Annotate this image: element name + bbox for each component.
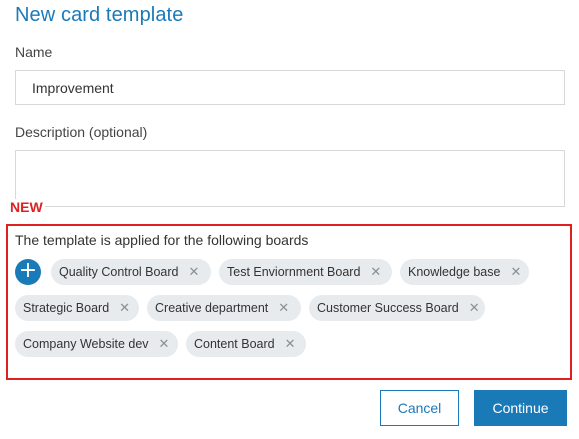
description-input[interactable] xyxy=(16,151,564,206)
remove-icon[interactable]: ✕ xyxy=(510,265,521,280)
remove-icon[interactable]: ✕ xyxy=(159,337,170,352)
dialog-title: New card template xyxy=(15,4,184,26)
remove-icon[interactable]: ✕ xyxy=(278,301,289,316)
board-chip-label: Customer Success Board xyxy=(317,301,459,315)
board-chip: Quality Control Board ✕ xyxy=(51,259,211,285)
board-chip: Knowledge base ✕ xyxy=(400,259,529,285)
name-label: Name xyxy=(15,44,53,60)
board-chip: Test Enviornment Board ✕ xyxy=(219,259,392,285)
name-input[interactable] xyxy=(16,71,564,104)
remove-icon[interactable]: ✕ xyxy=(189,265,200,280)
plus-icon: + xyxy=(18,258,38,283)
board-chip: Strategic Board ✕ xyxy=(15,295,139,321)
board-chip: Company Website dev ✕ xyxy=(15,331,178,357)
name-field-container xyxy=(15,70,565,105)
new-badge: NEW xyxy=(8,199,45,215)
board-chip-label: Strategic Board xyxy=(23,301,110,315)
board-chip: Customer Success Board ✕ xyxy=(309,295,485,321)
add-board-button[interactable]: + xyxy=(15,259,41,285)
remove-icon[interactable]: ✕ xyxy=(285,337,296,352)
board-chip-label: Creative department xyxy=(155,301,269,315)
board-chip: Content Board ✕ xyxy=(186,331,306,357)
boards-label: The template is applied for the followin… xyxy=(15,232,309,248)
description-field-container xyxy=(15,150,565,207)
board-chip: Creative department ✕ xyxy=(147,295,301,321)
board-chip-label: Company Website dev xyxy=(23,337,149,351)
board-chip-label: Content Board xyxy=(194,337,275,351)
board-chip-label: Knowledge base xyxy=(408,265,501,279)
board-chip-label: Test Enviornment Board xyxy=(227,265,361,279)
board-chip-label: Quality Control Board xyxy=(59,265,179,279)
description-label: Description (optional) xyxy=(15,124,148,140)
remove-icon[interactable]: ✕ xyxy=(370,265,381,280)
remove-icon[interactable]: ✕ xyxy=(119,301,130,316)
cancel-button[interactable]: Cancel xyxy=(380,390,459,426)
continue-button[interactable]: Continue xyxy=(474,390,567,426)
remove-icon[interactable]: ✕ xyxy=(469,301,480,316)
